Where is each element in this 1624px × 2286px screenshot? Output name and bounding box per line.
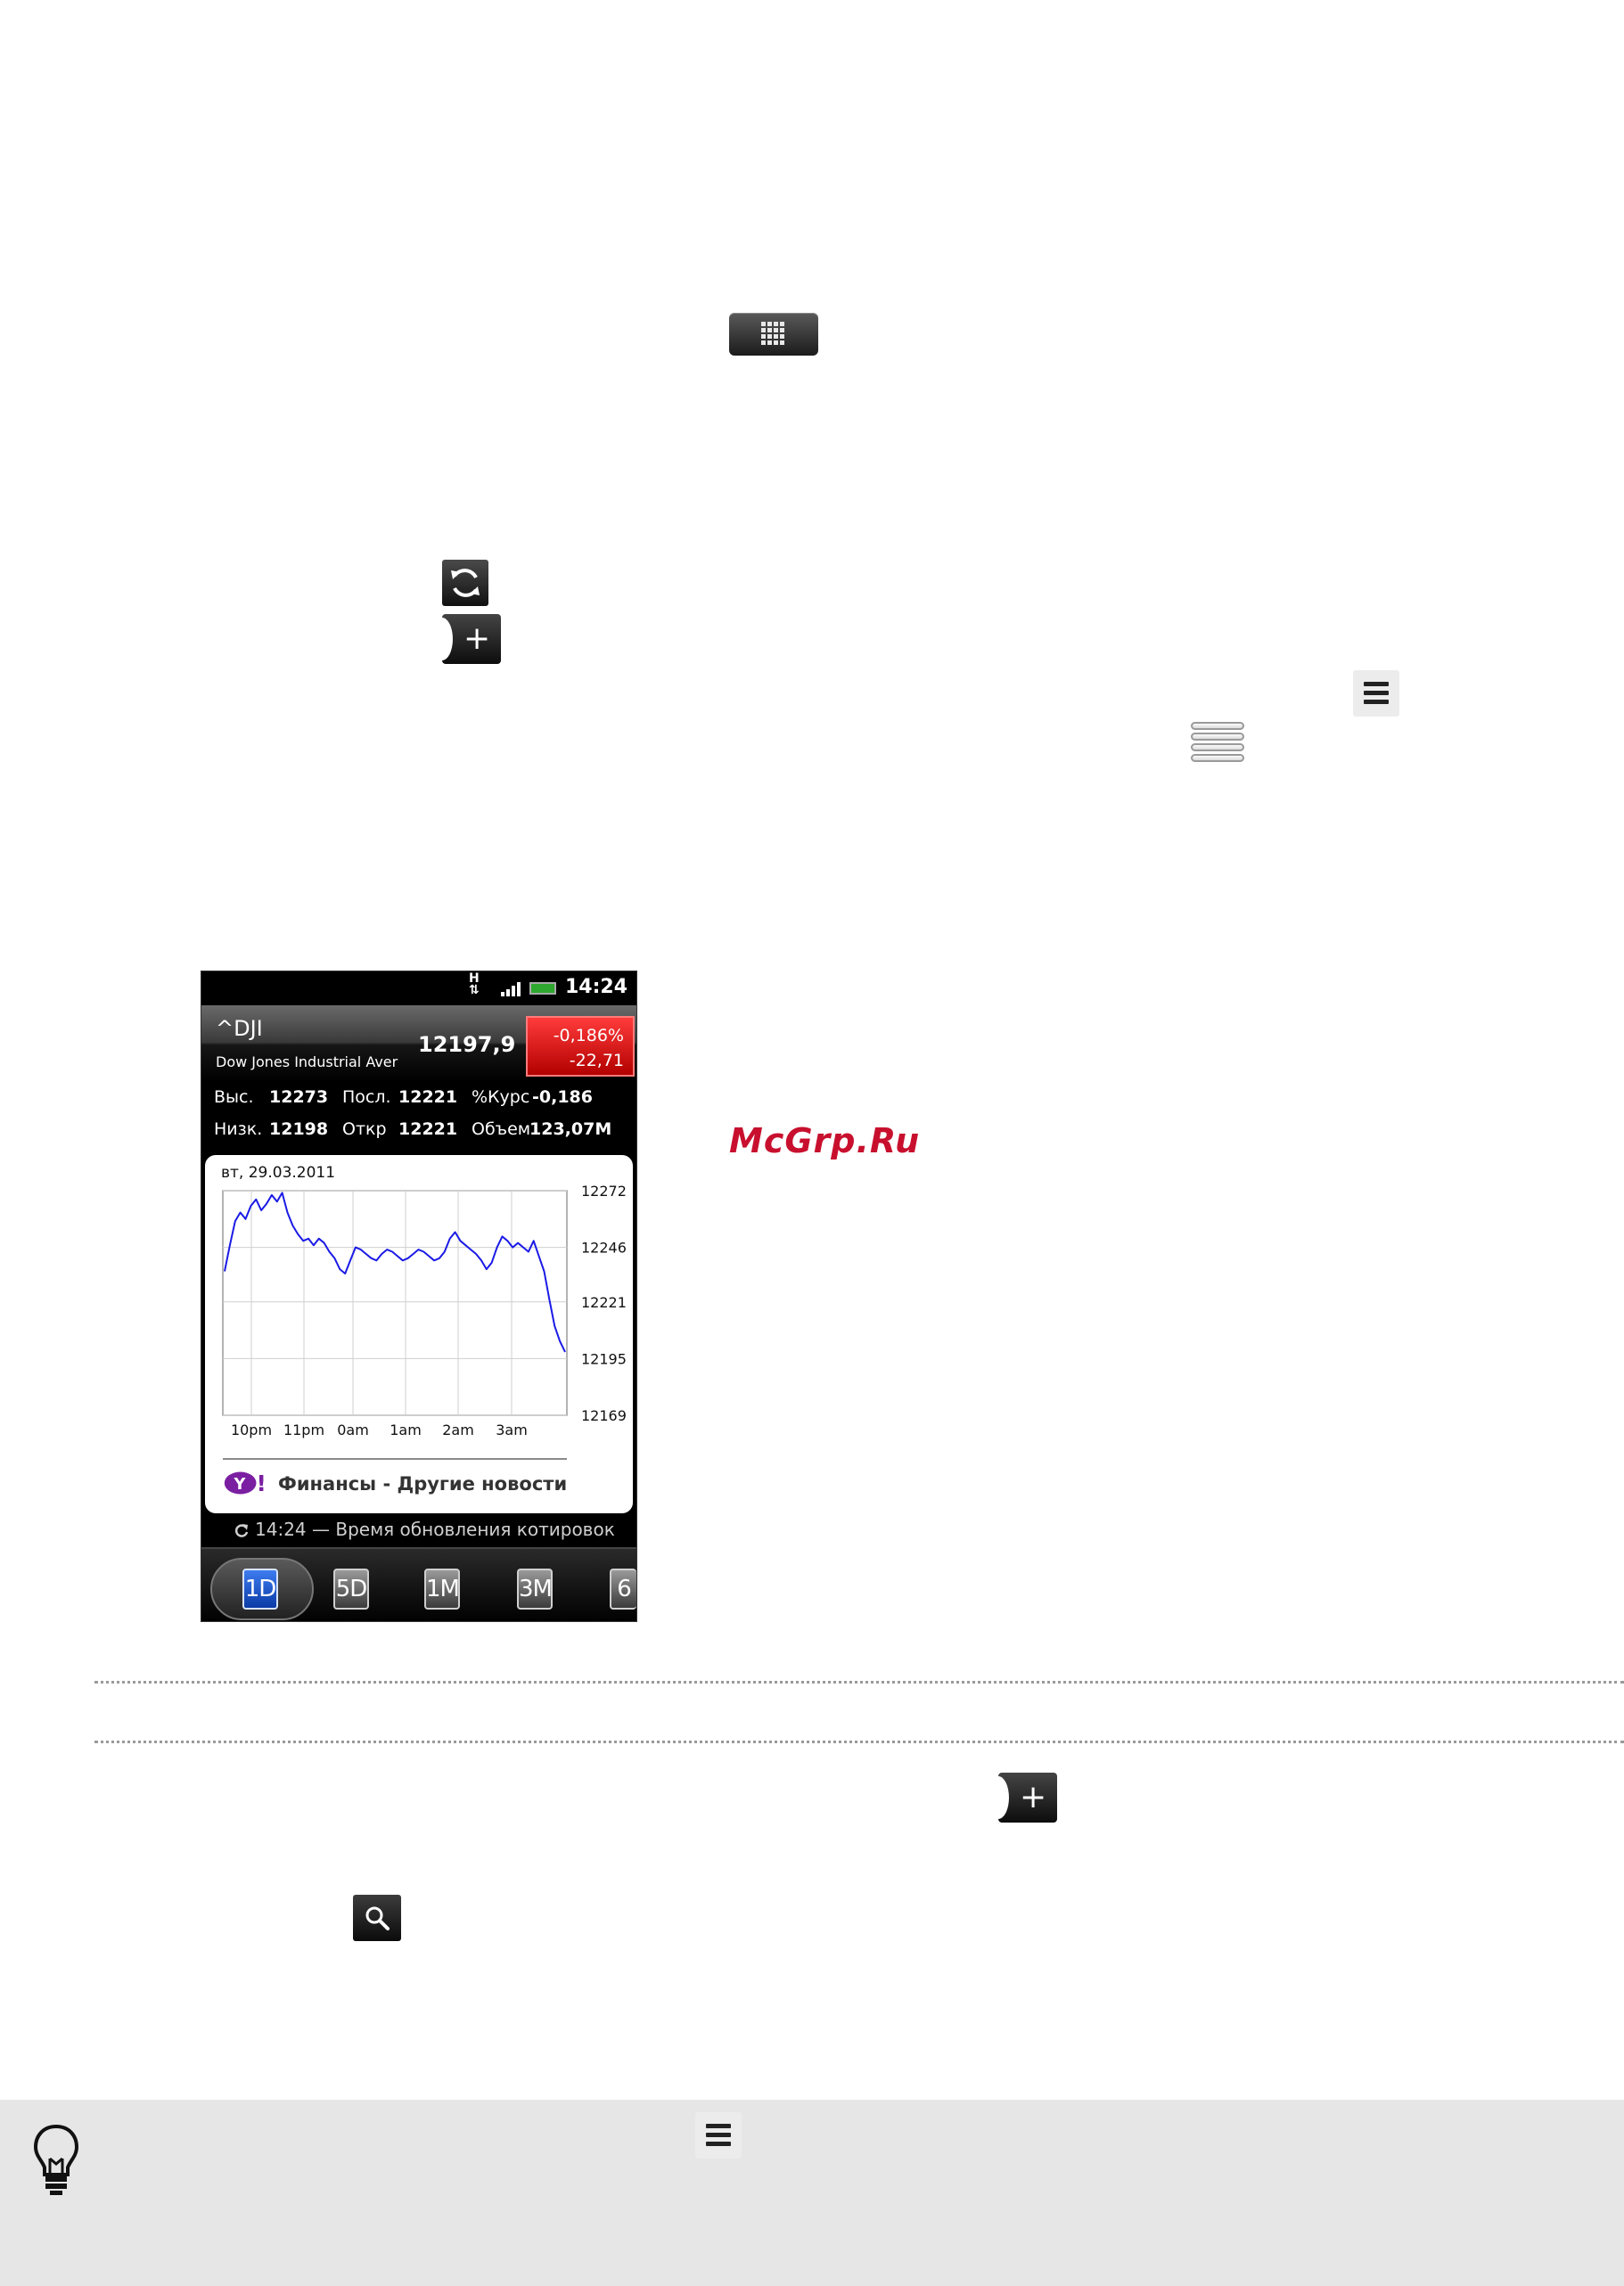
svg-text:Y: Y — [234, 1475, 247, 1494]
x-tick-label: 10pm — [231, 1422, 272, 1438]
svg-text:!: ! — [257, 1471, 267, 1496]
update-time: 14:24 — [255, 1519, 307, 1540]
all-apps-icon — [761, 322, 784, 345]
divider — [94, 1741, 1624, 1743]
change-percent: -0,186% — [553, 1026, 624, 1045]
tab-1d[interactable]: 1D — [242, 1569, 278, 1610]
change-absolute: -22,71 — [569, 1051, 624, 1070]
add-icon: + — [1020, 1779, 1047, 1815]
y-tick-label: 12272 — [581, 1183, 627, 1200]
signal-icon — [501, 982, 521, 996]
refresh-button[interactable] — [442, 560, 488, 606]
quote-stats: Выс. 12273 Посл. 12221 %Курс -0,186 Низк… — [201, 1084, 636, 1148]
all-apps-button[interactable] — [729, 313, 818, 356]
stat-label: %Курс — [472, 1087, 530, 1107]
stat-value: -0,186 — [532, 1087, 593, 1107]
price-chart: 12272 12246 12221 12195 12169 10pm 11pm 0am 1am 2… — [222, 1183, 627, 1438]
menu-button[interactable] — [1353, 670, 1399, 717]
tip-box — [0, 2100, 1624, 2286]
series-line — [224, 1192, 566, 1353]
stat-label: Выс. — [214, 1087, 254, 1107]
divider — [94, 1681, 1624, 1684]
refresh-icon — [234, 1524, 249, 1537]
lightbulb-icon — [33, 2124, 79, 2195]
status-bar: H ⇅ 14:24 — [201, 971, 636, 1005]
stock-price: 12197,9 — [418, 1032, 516, 1057]
stat-label: Откр — [342, 1119, 387, 1139]
layers-menu-button[interactable] — [1191, 722, 1246, 766]
search-button[interactable] — [353, 1895, 401, 1941]
stock-detail-screenshot: H ⇅ 14:24 ^DJI Dow Jones Industrial Aver … — [201, 971, 637, 1622]
stat-value: 12273 — [269, 1087, 329, 1107]
x-tick-label: 3am — [496, 1422, 528, 1438]
change-badge: -0,186% -22,71 — [526, 1016, 635, 1077]
news-link[interactable]: Финансы - Другие новости — [278, 1473, 567, 1495]
yahoo-logo: Y ! — [224, 1471, 267, 1496]
y-tick-label: 12221 — [581, 1294, 627, 1311]
range-tabs: 1D 5D 1M 3M 6 — [201, 1547, 636, 1621]
tab-1m[interactable]: 1M — [424, 1569, 460, 1610]
quote-header: ^DJI Dow Jones Industrial Aver 12197,9 -… — [201, 1005, 636, 1082]
menu-button[interactable] — [695, 2112, 742, 2159]
x-tick-label: 0am — [337, 1422, 369, 1438]
add-icon: + — [463, 620, 491, 657]
tab-3m[interactable]: 3M — [517, 1569, 553, 1610]
update-info: 14:24 — Время обновления котировок — [201, 1517, 636, 1544]
y-tick-label: 12246 — [581, 1240, 627, 1257]
add-stock-button[interactable]: + — [431, 614, 501, 664]
stat-value: 123,07M — [529, 1119, 612, 1139]
x-tick-label: 1am — [390, 1422, 422, 1438]
x-tick-label: 2am — [442, 1422, 474, 1438]
stat-label: Посл. — [342, 1087, 391, 1107]
refresh-icon — [451, 569, 480, 597]
plot-frame — [222, 1190, 568, 1416]
chart-card: вт, 29.03.2011 12272 12246 12221 12195 12169… — [205, 1155, 633, 1513]
tab-5d[interactable]: 5D — [333, 1569, 369, 1610]
add-stock-button[interactable]: + — [988, 1773, 1057, 1823]
x-tick-label: 11pm — [283, 1422, 324, 1438]
clock: 14:24 — [564, 976, 627, 998]
update-label: Время обновления котировок — [335, 1519, 615, 1540]
stat-value: 12221 — [398, 1087, 458, 1107]
stat-value: 12198 — [269, 1119, 329, 1139]
tab-6m[interactable]: 6 — [610, 1569, 636, 1610]
network-indicator: H ⇅ — [469, 971, 480, 997]
y-tick-label: 12195 — [581, 1350, 627, 1367]
stat-label: Объем — [472, 1119, 531, 1139]
stock-symbol: ^DJI — [216, 1016, 263, 1041]
stock-name: Dow Jones Industrial Aver — [216, 1053, 398, 1070]
y-tick-label: 12169 — [581, 1407, 627, 1424]
stat-value: 12221 — [398, 1119, 458, 1139]
watermark: McGrp.Ru — [729, 1121, 921, 1160]
battery-icon — [529, 982, 556, 995]
stat-label: Низк. — [214, 1119, 263, 1139]
search-icon — [365, 1906, 390, 1930]
